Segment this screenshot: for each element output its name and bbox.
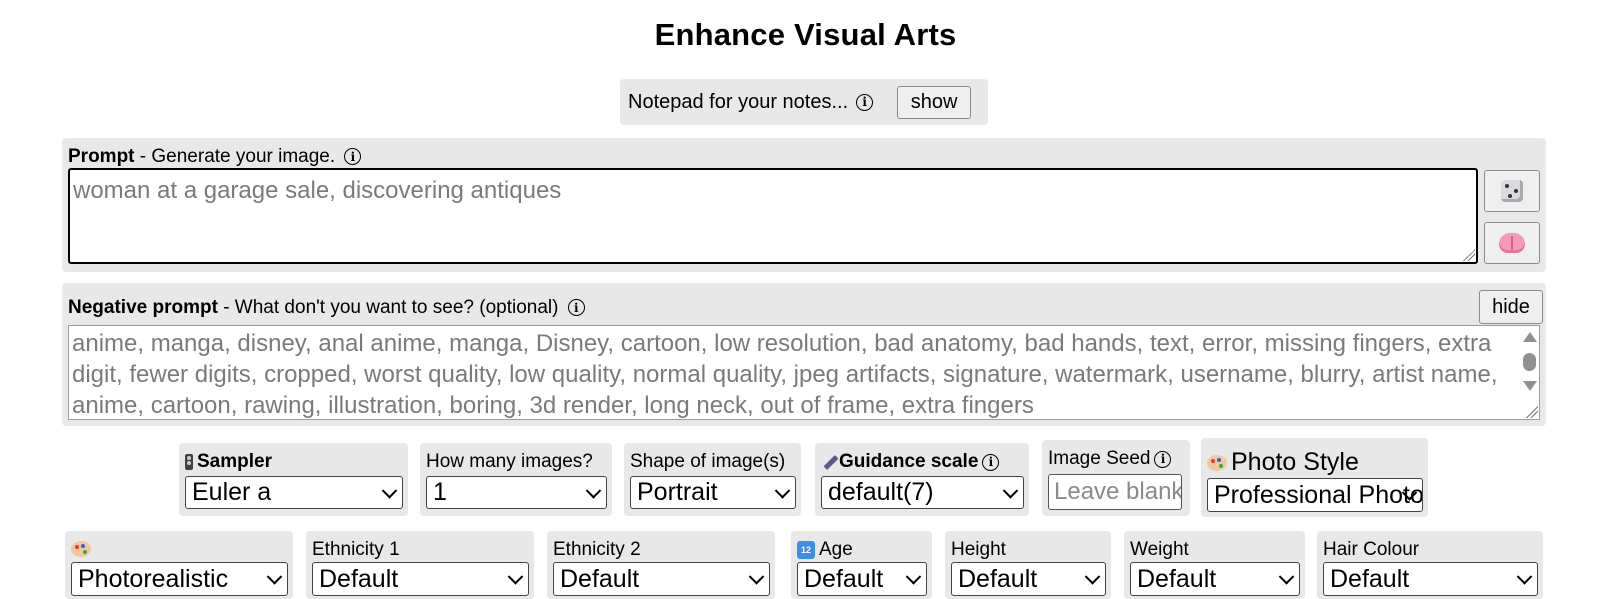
photo-style-label: Photo Style xyxy=(1231,448,1359,476)
hair-colour-field: Hair Colour Default xyxy=(1317,531,1543,599)
random-prompt-button[interactable] xyxy=(1484,170,1540,212)
shape-select[interactable]: Portrait xyxy=(630,476,796,509)
enhance-prompt-button[interactable] xyxy=(1484,222,1540,264)
scroll-down-icon[interactable] xyxy=(1523,381,1537,391)
photo-style-value: Professional Photo xyxy=(1214,480,1423,509)
page-title: Enhance Visual Arts xyxy=(654,17,957,52)
art-style-select[interactable]: Photorealistic xyxy=(71,562,288,596)
sampler-select[interactable]: Euler a xyxy=(185,476,403,509)
chevron-down-icon xyxy=(381,482,398,499)
info-icon[interactable]: i xyxy=(1154,450,1172,468)
palette-icon xyxy=(71,541,91,557)
sampler-label: Sampler xyxy=(197,451,272,472)
chevron-down-icon xyxy=(585,482,602,499)
age-value: Default xyxy=(804,564,884,593)
negative-prompt-text: anime, manga, disney, anal anime, manga,… xyxy=(72,330,1498,419)
prompt-label-bold: Prompt xyxy=(68,146,135,167)
prompt-textarea[interactable]: woman at a garage sale, discovering anti… xyxy=(68,168,1478,264)
art-style-value: Photorealistic xyxy=(78,564,229,593)
ethnicity2-select[interactable]: Default xyxy=(553,562,770,596)
height-label: Height xyxy=(951,539,1006,560)
num-images-select[interactable]: 1 xyxy=(426,476,607,509)
hair-colour-value: Default xyxy=(1330,564,1410,593)
shape-value: Portrait xyxy=(637,478,718,506)
sampler-field: Sampler Euler a xyxy=(179,443,408,516)
seed-label: Image Seed xyxy=(1048,448,1151,469)
negative-prompt-label: Negative prompt - What don't you want to… xyxy=(68,297,585,319)
sampler-value: Euler a xyxy=(192,478,272,506)
ethnicity1-value: Default xyxy=(319,564,399,593)
ethnicity1-label: Ethnicity 1 xyxy=(312,539,400,560)
shape-field: Shape of image(s) Portrait xyxy=(624,443,801,516)
info-icon[interactable]: i xyxy=(344,148,362,166)
notepad-label: Notepad for your notes... xyxy=(628,90,849,113)
age-select[interactable]: Default xyxy=(797,562,927,596)
seed-placeholder: Leave blank xyxy=(1054,478,1182,505)
info-icon[interactable]: i xyxy=(856,93,874,111)
traffic-light-icon xyxy=(185,454,193,470)
seed-input[interactable]: Leave blank xyxy=(1048,474,1182,510)
ethnicity2-label: Ethnicity 2 xyxy=(553,539,641,560)
resize-grip-icon[interactable] xyxy=(1463,249,1475,261)
prompt-label-text: - Generate your image. xyxy=(134,146,336,167)
guidance-value: default(7) xyxy=(828,478,934,506)
photo-style-field: Photo Style Professional Photo xyxy=(1201,438,1428,517)
num-images-label: How many images? xyxy=(426,451,593,472)
ethnicity1-select[interactable]: Default xyxy=(312,562,529,596)
negative-prompt-label-text: - What don't you want to see? (optional) xyxy=(217,297,559,318)
negative-prompt-label-bold: Negative prompt xyxy=(68,297,218,318)
prompt-panel: Prompt - Generate your image. i woman at… xyxy=(62,138,1546,272)
negative-prompt-panel: Negative prompt - What don't you want to… xyxy=(62,283,1546,426)
chevron-down-icon xyxy=(1516,569,1533,585)
weight-value: Default xyxy=(1137,564,1217,593)
prompt-label: Prompt - Generate your image. i xyxy=(68,146,362,168)
ethnicity2-value: Default xyxy=(560,564,640,593)
age-label: Age xyxy=(819,539,853,560)
pen-icon xyxy=(821,455,835,469)
height-field: Height Default xyxy=(945,531,1111,599)
info-icon[interactable]: i xyxy=(567,299,585,317)
ethnicity2-field: Ethnicity 2 Default xyxy=(547,531,775,599)
prompt-placeholder: woman at a garage sale, discovering anti… xyxy=(73,177,562,204)
notepad-show-button[interactable]: show xyxy=(897,85,972,119)
negative-prompt-hide-button[interactable]: hide xyxy=(1479,290,1543,324)
chevron-down-icon xyxy=(905,569,922,585)
shape-label: Shape of image(s) xyxy=(630,451,786,472)
palette-icon xyxy=(1207,454,1227,471)
seed-field: Image Seed i Leave blank xyxy=(1042,440,1190,516)
guidance-field: Guidance scale i default(7) xyxy=(815,443,1029,516)
hair-colour-label: Hair Colour xyxy=(1323,539,1420,560)
age-field: 12 Age Default xyxy=(791,531,932,599)
photo-style-select[interactable]: Professional Photo xyxy=(1207,478,1423,512)
guidance-select[interactable]: default(7) xyxy=(821,476,1024,509)
chevron-down-icon xyxy=(266,569,283,585)
chevron-down-icon xyxy=(1002,482,1019,499)
resize-grip-icon[interactable] xyxy=(1526,406,1538,418)
hair-colour-select[interactable]: Default xyxy=(1323,562,1538,596)
num-images-field: How many images? 1 xyxy=(420,443,612,516)
chevron-down-icon xyxy=(748,569,765,585)
height-value: Default xyxy=(958,564,1038,593)
art-style-field: Photorealistic xyxy=(65,531,293,599)
notepad-bar: Notepad for your notes... i show xyxy=(620,79,988,125)
chevron-down-icon xyxy=(1278,569,1295,585)
guidance-label: Guidance scale xyxy=(839,451,979,472)
ethnicity1-field: Ethnicity 1 Default xyxy=(306,531,534,599)
num-images-value: 1 xyxy=(433,478,447,506)
negative-prompt-textarea[interactable]: anime, manga, disney, anal anime, manga,… xyxy=(68,325,1540,420)
height-select[interactable]: Default xyxy=(951,562,1106,596)
info-icon[interactable]: i xyxy=(982,453,1000,471)
weight-label: Weight xyxy=(1130,539,1189,560)
scroll-up-icon[interactable] xyxy=(1523,332,1537,342)
numbers-icon: 12 xyxy=(797,541,815,559)
brain-icon xyxy=(1499,233,1525,253)
weight-select[interactable]: Default xyxy=(1130,562,1300,596)
scroll-thumb[interactable] xyxy=(1523,353,1536,371)
weight-field: Weight Default xyxy=(1124,531,1305,599)
chevron-down-icon xyxy=(774,482,791,499)
chevron-down-icon xyxy=(1084,569,1101,585)
dice-icon xyxy=(1501,180,1523,202)
chevron-down-icon xyxy=(507,569,524,585)
